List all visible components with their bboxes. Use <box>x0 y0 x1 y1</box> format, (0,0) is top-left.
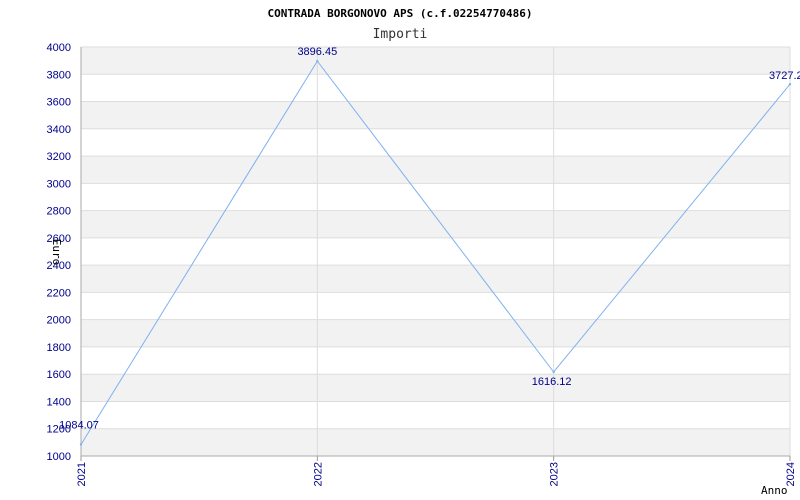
y-tick-label: 1800 <box>47 342 71 354</box>
y-axis-label: Euro <box>50 239 63 266</box>
y-tick-label: 3000 <box>47 178 71 190</box>
data-label: 3896.45 <box>297 46 337 58</box>
y-tick-label: 3400 <box>47 124 71 136</box>
grid-band <box>81 156 790 184</box>
x-tick-label: 2024 <box>785 462 797 486</box>
grid-band <box>81 47 790 75</box>
data-point <box>316 59 319 63</box>
grid-band <box>81 101 790 129</box>
line-chart: 1000120014001600180020002200240026002800… <box>47 7 800 497</box>
data-label: 1084.07 <box>59 420 99 432</box>
y-tick-label: 2000 <box>47 315 71 327</box>
grid-band <box>81 374 790 402</box>
y-tick-label: 3800 <box>47 69 71 81</box>
x-tick-labels: 2021 2022 2023 2024 <box>76 462 797 486</box>
x-tick-label: 2022 <box>312 462 324 486</box>
y-tick-label: 1600 <box>47 369 71 381</box>
y-tick-label: 3200 <box>47 151 71 163</box>
grid-band <box>81 428 790 456</box>
data-point <box>552 370 555 374</box>
data-point <box>79 443 83 446</box>
y-tick-label: 3600 <box>47 97 71 109</box>
chart-subtitle: Importi <box>373 27 428 42</box>
x-tick-label: 2021 <box>76 462 88 486</box>
x-tick-label: 2023 <box>549 462 561 486</box>
grid-band <box>81 210 790 238</box>
data-point <box>788 82 792 86</box>
y-tick-label: 2200 <box>47 287 71 299</box>
data-label: 3727.2 <box>769 70 800 82</box>
y-tick-label: 4000 <box>47 42 71 54</box>
x-axis-label: Anno <box>761 484 788 497</box>
y-tick-label: 1400 <box>47 396 71 408</box>
y-tick-label: 2800 <box>47 206 71 218</box>
data-label: 1616.12 <box>532 376 572 388</box>
y-tick-label: 1000 <box>47 451 71 463</box>
chart-title: CONTRADA BORGONOVO APS (c.f.02254770486) <box>268 7 533 20</box>
grid-band <box>81 265 790 293</box>
grid-band <box>81 319 790 347</box>
background-bands <box>81 47 790 456</box>
